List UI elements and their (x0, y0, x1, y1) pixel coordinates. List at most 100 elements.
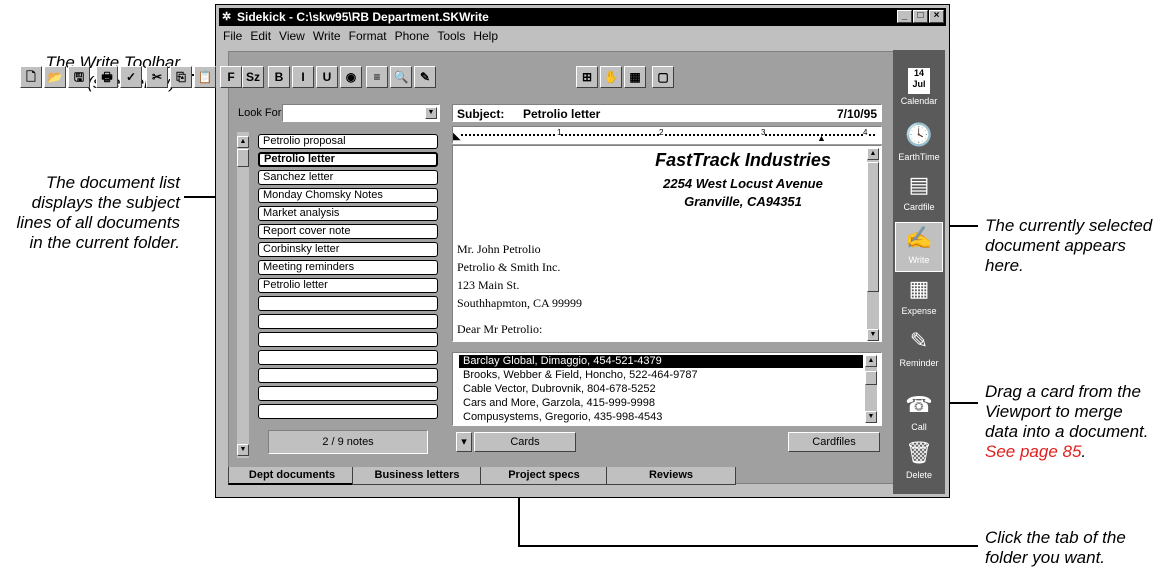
viewport-scroll-down[interactable]: ▼ (865, 411, 877, 423)
new-icon[interactable]: 🗋 (20, 66, 42, 88)
calculator-icon[interactable]: ▦ (624, 66, 646, 88)
document-scroll-thumb[interactable] (867, 162, 879, 292)
open-icon[interactable]: 📂 (44, 66, 66, 88)
sidebar-write-button[interactable]: ✍ Write (895, 222, 943, 272)
menu-write[interactable]: Write (309, 27, 345, 45)
menu-help[interactable]: Help (469, 27, 502, 45)
note-icon[interactable]: ▢ (652, 66, 674, 88)
color-icon[interactable]: ◉ (340, 66, 362, 88)
document-list-item[interactable]: Market analysis (258, 206, 438, 221)
copy-icon[interactable]: ⎘ (170, 66, 192, 88)
document-list-item[interactable]: Meeting reminders (258, 260, 438, 275)
menu-tools[interactable]: Tools (433, 27, 469, 45)
ruler-mark-2: 2 (659, 128, 664, 137)
size-icon[interactable]: Sz (242, 66, 264, 88)
viewport-scroll-thumb[interactable] (865, 371, 877, 385)
underline-icon[interactable]: U (316, 66, 338, 88)
menu-format[interactable]: Format (345, 27, 391, 45)
folder-tab[interactable]: Dept documents (228, 467, 356, 485)
cut-icon[interactable]: ✂ (146, 66, 168, 88)
viewport-card-row[interactable]: Barclay Global, Dimaggio, 454-521-4379 (459, 355, 863, 368)
print-icon[interactable]: 🖶 (96, 66, 118, 88)
document-list-empty-row[interactable] (258, 332, 438, 347)
selected-callout-text: The currently selected document appears … (985, 216, 1153, 275)
doclist-scroll-thumb[interactable] (237, 149, 249, 167)
ruler-mark-4: 4 (863, 128, 868, 137)
sidebar-cardfile-button[interactable]: ▤ Cardfile (895, 170, 943, 220)
edit-icon[interactable]: ✎ (414, 66, 436, 88)
merge-icon[interactable]: ⊞ (576, 66, 598, 88)
look-for-input[interactable]: ▼ (282, 104, 440, 122)
cardfiles-button[interactable]: Cardfiles (788, 432, 880, 452)
viewport-scrollbar[interactable]: ▲ ▼ (865, 355, 877, 423)
document-pane[interactable]: FastTrack Industries 2254 West Locust Av… (452, 145, 882, 342)
ruler[interactable]: 1 2 3 4 ◣ ▲ (452, 126, 882, 144)
handshake-icon[interactable]: ✋ (600, 66, 622, 88)
ruler-mark-3: 3 (761, 128, 766, 137)
viewport-card-row[interactable]: Cable Vector, Dubrovnik, 804-678-5252 (459, 383, 863, 396)
menu-view[interactable]: View (275, 27, 309, 45)
document-list-item[interactable]: Petrolio letter (258, 278, 438, 293)
menu-edit[interactable]: Edit (246, 27, 275, 45)
bold-icon[interactable]: B (268, 66, 290, 88)
maximize-button[interactable]: □ (913, 10, 928, 23)
viewport-card-row[interactable]: Brooks, Webber & Field, Honcho, 522-464-… (459, 369, 863, 382)
right-indent-marker[interactable]: ▲ (817, 133, 826, 143)
salutation: Dear Mr Petrolio: (457, 322, 543, 336)
doclist-scroll-up[interactable]: ▲ (237, 136, 249, 148)
document-list-empty-row[interactable] (258, 368, 438, 383)
folder-tab[interactable]: Project specs (480, 467, 608, 485)
document-scroll-down[interactable]: ▼ (867, 329, 879, 341)
folder-tab[interactable]: Reviews (606, 467, 736, 485)
save-icon[interactable]: 🖫 (68, 66, 90, 88)
document-list-item[interactable]: Petrolio proposal (258, 134, 438, 149)
document-list-item[interactable]: Corbinsky letter (258, 242, 438, 257)
sidebar-label: Call (911, 422, 927, 432)
paste-icon[interactable]: 📋 (194, 66, 216, 88)
sidebar-earthtime-button[interactable]: 🕓 EarthTime (895, 120, 943, 170)
align-icon[interactable]: ≡ (366, 66, 388, 88)
document-list-empty-row[interactable] (258, 350, 438, 365)
menu-phone[interactable]: Phone (391, 27, 434, 45)
sidebar-expense-button[interactable]: ▦ Expense (895, 274, 943, 324)
document-list-empty-row[interactable] (258, 386, 438, 401)
drag-callout-period: . (1081, 442, 1087, 461)
sidebar-calendar-button[interactable]: 14 Jul Calendar (895, 66, 943, 116)
document-list-item[interactable]: Monday Chomsky Notes (258, 188, 438, 203)
viewport-scroll-up[interactable]: ▲ (865, 355, 877, 367)
company-address-2: Granville, CA94351 (684, 194, 802, 209)
look-for-dropdown-button[interactable]: ▼ (425, 107, 437, 119)
document-list-item[interactable]: Petrolio letter (258, 152, 438, 167)
document-list-item[interactable]: Report cover note (258, 224, 438, 239)
sidebar-label: EarthTime (898, 152, 940, 162)
document-scroll-up[interactable]: ▲ (867, 148, 879, 160)
close-button[interactable]: × (929, 10, 944, 23)
menu-file[interactable]: File (219, 27, 246, 45)
viewport-card-row[interactable]: Compusystems, Gregorio, 435-998-4543 (459, 411, 863, 424)
earthtime-icon: 🕓 (905, 122, 933, 147)
sidebar-call-button[interactable]: ☎ Call (895, 390, 943, 440)
document-list-item[interactable]: Sanchez letter (258, 170, 438, 185)
document-scrollbar[interactable]: ▲ ▼ (867, 148, 879, 341)
document-list-empty-row[interactable] (258, 404, 438, 419)
viewport-card-row[interactable]: Cars and More, Garzola, 415-999-9998 (459, 397, 863, 410)
font-icon[interactable]: F (220, 66, 242, 88)
see-page-link[interactable]: See page 85 (985, 442, 1081, 461)
folder-tab[interactable]: Business letters (352, 467, 482, 485)
spellcheck-icon[interactable]: ✓ (120, 66, 142, 88)
sidebar-reminder-button[interactable]: ✎ Reminder (895, 326, 943, 376)
viewport-toggle-button[interactable]: ▾ (456, 432, 472, 452)
left-indent-marker[interactable]: ◣ (453, 131, 461, 142)
document-list-empty-row[interactable] (258, 296, 438, 311)
italic-icon[interactable]: I (292, 66, 314, 88)
cards-button[interactable]: Cards (474, 432, 576, 452)
minimize-button[interactable]: _ (897, 10, 912, 23)
expense-icon: ▦ (908, 276, 930, 301)
doclist-scrollbar[interactable]: ▲ ▼ (237, 132, 249, 458)
find-icon[interactable]: 🔍 (390, 66, 412, 88)
sidebar-delete-button[interactable]: 🗑 Delete (895, 438, 943, 488)
subject-bar: Subject: Petrolio letter 7/10/95 (452, 104, 882, 122)
calendar-icon: 14 Jul (908, 68, 930, 94)
doclist-scroll-down[interactable]: ▼ (237, 444, 249, 456)
document-list-empty-row[interactable] (258, 314, 438, 329)
